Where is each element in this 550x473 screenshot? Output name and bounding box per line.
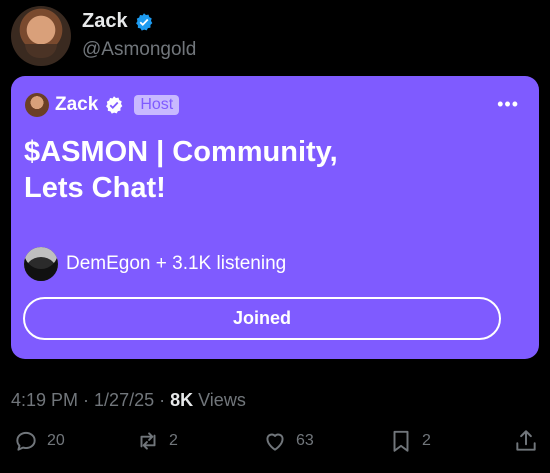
- space-title: $ASMON | Community, Lets Chat!: [24, 134, 444, 206]
- bookmark-count: 2: [422, 432, 431, 449]
- repost-arrows-icon: [140, 432, 156, 450]
- listeners-count: DemEgon + 3.1K listening: [66, 253, 287, 274]
- author-handle[interactable]: @Asmongold: [82, 39, 196, 61]
- listener-avatar: [24, 247, 58, 281]
- reply-button[interactable]: 20: [13, 428, 65, 454]
- space-host-row: Zack Host: [25, 93, 180, 117]
- views-count: 8K: [170, 390, 194, 410]
- bookmark-button[interactable]: 2: [388, 428, 431, 454]
- like-button[interactable]: 63: [262, 428, 314, 454]
- repost-button[interactable]: 2: [135, 428, 178, 454]
- share-button[interactable]: [513, 428, 539, 454]
- space-title-line-2: Lets Chat!: [24, 172, 166, 204]
- space-title-line-1: $ASMON | Community,: [24, 136, 338, 168]
- heart-icon: [266, 433, 284, 451]
- author-avatar[interactable]: [11, 6, 71, 66]
- like-count: 63: [296, 432, 314, 449]
- joined-button[interactable]: Joined: [23, 297, 501, 340]
- verified-badge-icon: [106, 96, 123, 114]
- author-name[interactable]: Zack: [82, 10, 128, 33]
- host-name: Zack: [55, 94, 99, 115]
- bookmark-icon: [393, 430, 409, 452]
- post-time[interactable]: 4:19 PM: [11, 390, 78, 410]
- speech-bubble-icon: [16, 431, 36, 451]
- post-date[interactable]: 1/27/25: [94, 390, 154, 410]
- share-upload-icon: [516, 430, 536, 451]
- author-block: Zack @Asmongold: [82, 10, 196, 61]
- meta-separator: ·: [154, 390, 171, 410]
- verified-badge-icon: [135, 12, 152, 31]
- reply-count: 20: [47, 432, 65, 449]
- repost-count: 2: [169, 432, 178, 449]
- listeners-row: DemEgon + 3.1K listening: [24, 247, 286, 281]
- host-avatar: [25, 93, 49, 117]
- space-card[interactable]: Zack Host ••• $ASMON | Community, Lets C…: [11, 76, 539, 359]
- author-name-row: Zack: [82, 10, 196, 33]
- views-label: Views: [193, 390, 246, 410]
- host-badge: Host: [134, 95, 180, 115]
- post-meta: 4:19 PM · 1/27/25 · 8K Views: [11, 390, 246, 411]
- action-bar: 20 2 63 2: [0, 428, 550, 462]
- meta-separator: ·: [78, 390, 95, 410]
- more-options-icon[interactable]: •••: [497, 94, 519, 115]
